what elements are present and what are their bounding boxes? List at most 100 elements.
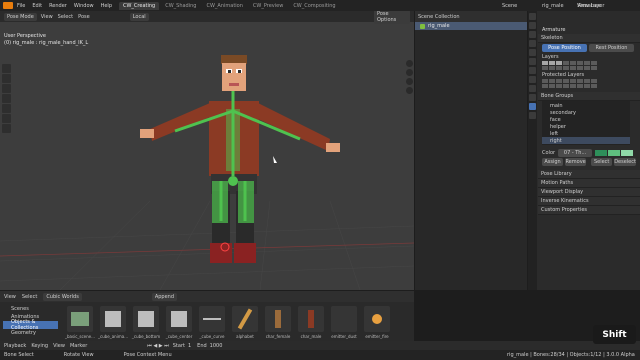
3d-viewport[interactable]: Pose Mode View Select Pose Local Pose Op… (0, 11, 414, 290)
asset-tile[interactable]: char_female (263, 306, 293, 339)
asset-tile[interactable]: _basic_scene... (65, 306, 95, 339)
asset-label: emitter_dust (331, 334, 357, 339)
panel-label: Custom Properties (541, 207, 588, 213)
menu-playback[interactable]: Playback (4, 343, 26, 349)
asset-tile[interactable]: _cube_bottom (131, 306, 161, 339)
armature-name-value: Armature (542, 26, 566, 33)
timeline-header: Playback Keying View Marker ⏮ ◀ ▶ ⏭ Star… (0, 341, 640, 350)
outliner-header: Scene Collection (415, 11, 527, 22)
output-tab-icon[interactable] (529, 31, 536, 38)
constraint-tab-icon[interactable] (529, 94, 536, 101)
object-tab-icon[interactable] (529, 67, 536, 74)
bone-group-item[interactable]: face (542, 116, 630, 123)
panel-label: Pose Library (541, 171, 572, 177)
menu-file[interactable]: File (17, 3, 25, 9)
bone-group-item[interactable]: secondary (542, 109, 630, 116)
bone-group-item[interactable]: left (542, 130, 630, 137)
bone-tab-icon[interactable] (529, 112, 536, 119)
asset-library-dropdown[interactable]: Cubic Worlds (43, 292, 82, 301)
world-tab-icon[interactable] (529, 58, 536, 65)
scene-render (0, 55, 414, 290)
end-frame-value[interactable]: 1000 (210, 343, 223, 349)
workspace-tab-creating[interactable]: CW_Creating (119, 1, 160, 10)
outliner[interactable]: Scene Collection rig_male (415, 11, 527, 290)
menu-help[interactable]: Help (101, 3, 112, 9)
menu-view[interactable]: View (53, 343, 65, 349)
asset-label: _cube_curve (199, 334, 225, 339)
bone-group-actions: Assign Remove Select Deselect (538, 157, 640, 166)
modifier-tab-icon[interactable] (529, 76, 536, 83)
tool-tab-icon[interactable] (529, 13, 536, 20)
asset-label: _cube_center (165, 334, 193, 339)
asset-thumbnail (100, 306, 126, 332)
menu-window[interactable]: Window (74, 3, 94, 9)
armature-name-field[interactable]: Armature (538, 25, 640, 34)
select-button[interactable]: Select (591, 157, 613, 166)
menu-keying[interactable]: Keying (31, 343, 48, 349)
color-set-dropdown[interactable]: 07 - Th... (558, 148, 593, 157)
panel-custom-properties[interactable]: Custom Properties (538, 206, 640, 215)
armature-data-tab-icon[interactable] (529, 103, 536, 110)
armature-icon (420, 23, 425, 29)
catalog-item[interactable]: Objects & Collections (3, 319, 58, 331)
asset-tile[interactable]: _cube_center (164, 306, 194, 339)
physics-tab-icon[interactable] (529, 85, 536, 92)
properties-body: rig_male Armature Armature Skeleton Pose… (538, 3, 640, 290)
render-tab-icon[interactable] (529, 22, 536, 29)
workspace-tab-preview[interactable]: CW_Preview (249, 2, 287, 10)
panel-bone-groups[interactable]: Bone Groups (538, 92, 640, 101)
key-press-overlay: Shift (593, 325, 636, 344)
panel-pose-library[interactable]: Pose Library (538, 170, 640, 179)
remove-button[interactable]: Remove (565, 157, 587, 166)
asset-tile[interactable]: alphabet (230, 306, 260, 339)
outliner-title: Scene Collection (418, 13, 460, 20)
protected-layers-label: Protected Layers (542, 71, 585, 78)
color-swatch[interactable] (621, 149, 634, 156)
asset-tile[interactable]: char_male (296, 306, 326, 339)
panel-viewport-display[interactable]: Viewport Display (538, 188, 640, 197)
bone-group-item[interactable]: right (542, 137, 630, 144)
asset-thumbnail (232, 306, 258, 332)
scene-selector[interactable]: Scene (502, 3, 517, 9)
panel-motion-paths[interactable]: Motion Paths (538, 179, 640, 188)
asset-thumbnail (133, 306, 159, 332)
assign-button[interactable]: Assign (542, 157, 564, 166)
panel-skeleton[interactable]: Skeleton (538, 34, 640, 43)
asset-thumbnail (298, 306, 324, 332)
protected-layers-grid[interactable] (538, 79, 640, 88)
bone-group-list[interactable]: main secondary face helper left right (542, 101, 630, 145)
asset-tile[interactable]: _cube_anima... (98, 306, 128, 339)
color-swatch[interactable] (595, 149, 608, 156)
outliner-item[interactable]: rig_male (415, 22, 527, 30)
bone-group-item[interactable]: main (542, 102, 630, 109)
panel-inverse-kinematics[interactable]: Inverse Kinematics (538, 197, 640, 206)
workspace-tab-animation[interactable]: CW_Animation (202, 2, 246, 10)
layers-grid[interactable] (538, 61, 640, 70)
deselect-button[interactable]: Deselect (614, 157, 636, 166)
properties-editor[interactable]: rig_male Armature Armature Skeleton Pose… (528, 3, 640, 290)
playback-controls[interactable]: ⏮ ◀ ▶ ⏭ (147, 343, 168, 349)
catalog-item[interactable]: Scenes (3, 305, 58, 313)
asset-catalog-list: Scenes Animations Objects & Collections … (3, 305, 58, 337)
panel-label: Motion Paths (541, 180, 574, 186)
rest-position-button[interactable]: Rest Position (589, 43, 634, 52)
asset-tile[interactable]: _cube_curve (197, 306, 227, 339)
import-type-dropdown[interactable]: Append (151, 292, 177, 301)
color-swatch[interactable] (608, 149, 621, 156)
view-layer-tab-icon[interactable] (529, 40, 536, 47)
menu-select[interactable]: Select (22, 294, 37, 300)
bone-group-item[interactable]: helper (542, 123, 630, 130)
scene-tab-icon[interactable] (529, 49, 536, 56)
workspace-tab-shading[interactable]: CW_Shading (161, 2, 200, 10)
menu-view[interactable]: View (4, 294, 16, 300)
asset-tile[interactable]: emitter_dust (329, 306, 359, 339)
menu-marker[interactable]: Marker (70, 343, 87, 349)
asset-tile[interactable]: emitter_fire (362, 306, 392, 339)
menu-render[interactable]: Render (49, 3, 67, 9)
panel-label: Inverse Kinematics (541, 198, 589, 204)
start-frame-value[interactable]: 1 (188, 343, 191, 349)
start-frame-label: Start (172, 342, 185, 349)
menu-edit[interactable]: Edit (32, 3, 42, 9)
pose-position-button[interactable]: Pose Position (542, 43, 587, 52)
workspace-tab-compositing[interactable]: CW_Compositing (289, 2, 339, 10)
